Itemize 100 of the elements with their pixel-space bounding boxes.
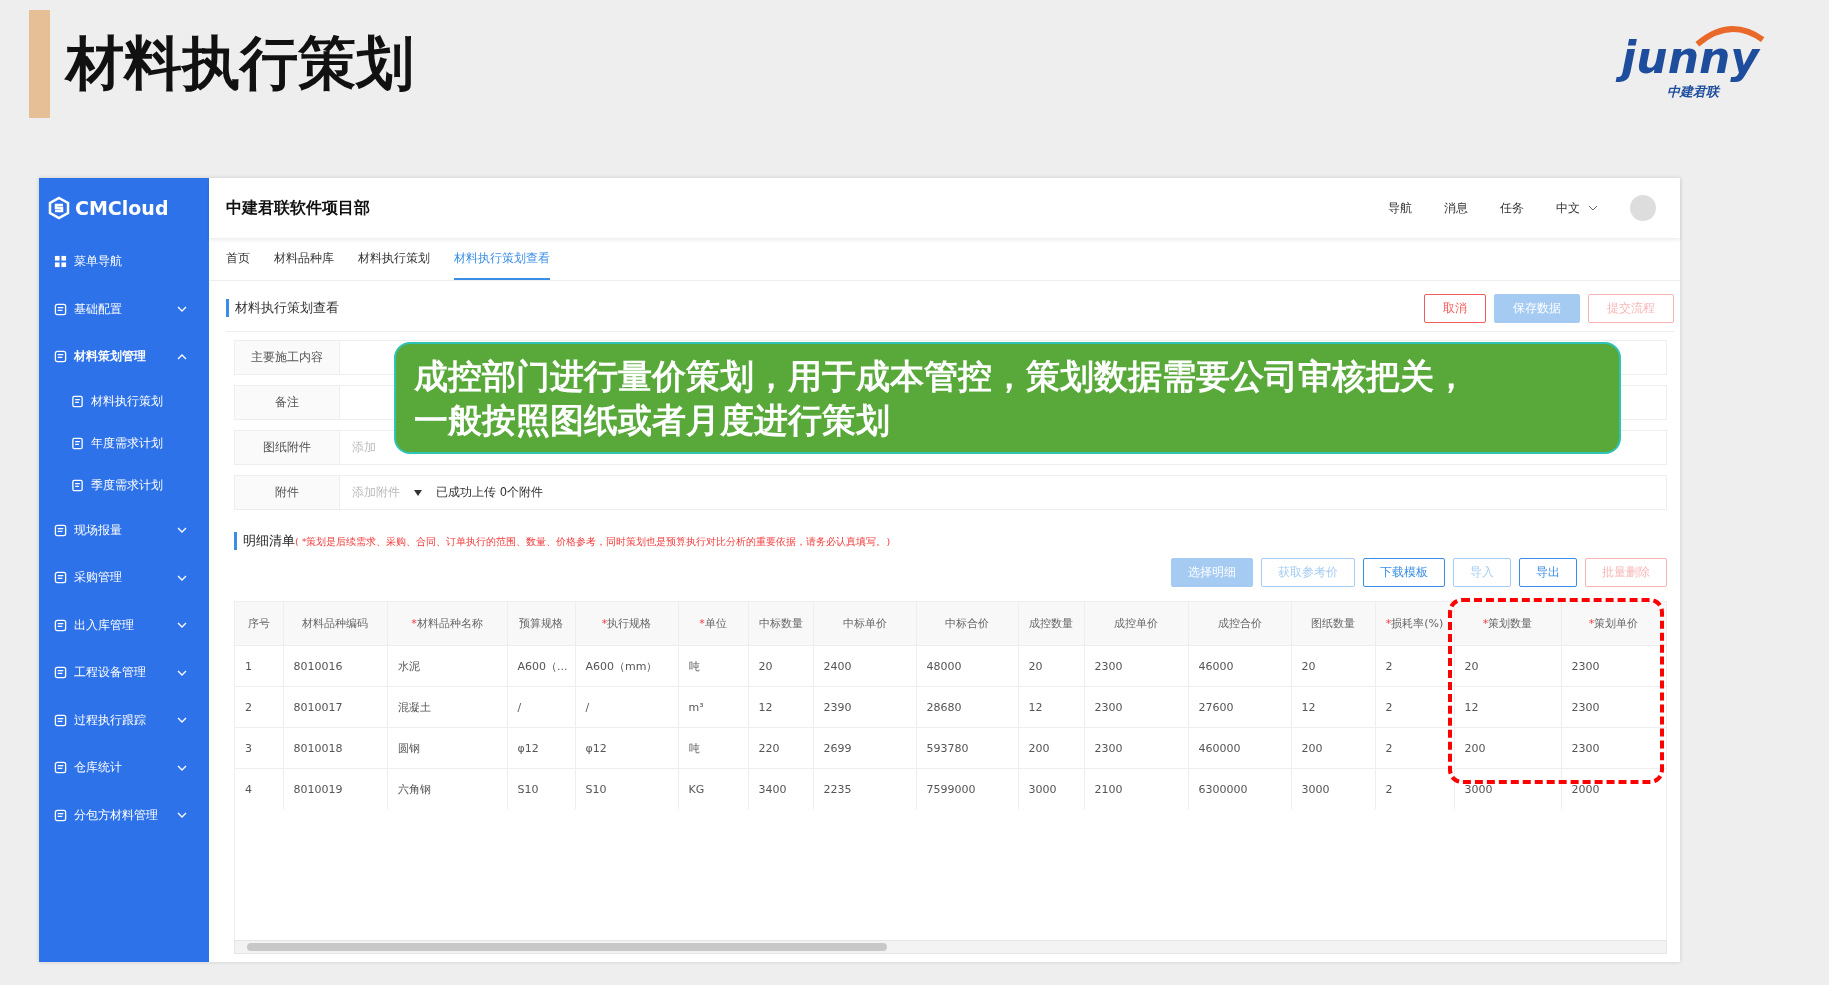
dropdown-icon[interactable]: [414, 489, 422, 496]
sidebar-item[interactable]: 过程执行跟踪: [39, 696, 209, 744]
document-icon: [71, 479, 84, 492]
tab[interactable]: 首页: [226, 238, 250, 280]
section-note: ( *策划是后续需求、采购、合同、订单执行的范围、数量、价格参考，同时策划也是预算执行对比分析的重要依据，请务必认真填写。): [295, 536, 891, 549]
column-header: *损耗率(%): [1375, 602, 1454, 646]
field-label: 主要施工内容: [235, 341, 340, 374]
tab[interactable]: 材料执行策划: [358, 238, 430, 280]
menu-icon: [54, 350, 67, 364]
avatar[interactable]: [1630, 195, 1656, 221]
table-cell: 8010018: [283, 727, 387, 769]
table-cell: 6300000: [1188, 768, 1291, 809]
table-cell: 2400: [813, 645, 916, 687]
column-header: 成控数量: [1018, 602, 1084, 646]
table-cell: φ12: [507, 727, 575, 769]
sidebar-item[interactable]: 分包方材料管理: [39, 791, 209, 839]
table-cell: 2: [1375, 686, 1454, 728]
table-cell: 2300: [1561, 686, 1666, 728]
table-cell: 12: [1018, 686, 1084, 728]
column-header: 图纸数量: [1291, 602, 1375, 646]
table-cell: 8010017: [283, 686, 387, 728]
field-label: 附件: [235, 476, 340, 509]
table-cell: 3000: [1018, 768, 1084, 809]
table-cell: KG: [678, 768, 748, 809]
column-header: *策划数量: [1454, 602, 1561, 646]
column-header: 成控合价: [1188, 602, 1291, 646]
menu-icon: [54, 666, 67, 680]
sidebar-item[interactable]: 现场报量: [39, 506, 209, 554]
table-cell: φ12: [575, 727, 678, 769]
table-cell: m³: [678, 686, 748, 728]
table-cell: 12: [1454, 686, 1561, 728]
column-header: 中标合价: [916, 602, 1018, 646]
sidebar-item[interactable]: 材料策划管理: [39, 333, 209, 381]
menu-icon: [54, 713, 67, 727]
menu-icon: [54, 761, 67, 775]
table-cell: 圆钢: [387, 727, 507, 769]
column-header: 序号: [235, 602, 283, 646]
menu-icon: [54, 302, 67, 316]
field-label: 备注: [235, 386, 340, 419]
section-title: 明细清单: [243, 532, 295, 550]
horizontal-scrollbar[interactable]: [234, 940, 1667, 954]
table-cell: 8010016: [283, 645, 387, 687]
caret-icon: [1588, 205, 1598, 211]
column-header: *单位: [678, 602, 748, 646]
document-icon: [71, 437, 84, 450]
slide-title: 材料执行策划: [66, 28, 414, 99]
table-cell: /: [507, 686, 575, 728]
table-cell: 593780: [916, 727, 1018, 769]
menu-icon: [54, 808, 67, 822]
table-cell: S10: [507, 768, 575, 809]
tab[interactable]: 材料执行策划查看: [454, 238, 550, 280]
nav-link[interactable]: 消息: [1444, 199, 1468, 217]
table-cell: 2300: [1561, 645, 1666, 687]
sidebar-item[interactable]: 基础配置: [39, 285, 209, 333]
callout-text: 成控部门进行量价策划，用于成本管控，策划数据需要公司审核把关，: [414, 355, 1468, 398]
column-header: *执行规格: [575, 602, 678, 646]
table-cell: 12: [748, 686, 813, 728]
table-cell: 4: [235, 768, 283, 809]
column-header: 预算规格: [507, 602, 575, 646]
table-cell: /: [575, 686, 678, 728]
sidebar-subitem[interactable]: 材料执行策划: [39, 380, 209, 423]
column-header: *材料品种名称: [387, 602, 507, 646]
page-title: 材料执行策划查看: [226, 299, 339, 317]
table-cell: 12: [1291, 686, 1375, 728]
table-cell: 3: [235, 727, 283, 769]
nav-link[interactable]: 导航: [1388, 199, 1412, 217]
sidebar-item[interactable]: 出入库管理: [39, 601, 209, 649]
column-header: 中标单价: [813, 602, 916, 646]
tab[interactable]: 材料品种库: [274, 238, 334, 280]
sidebar-subitem[interactable]: 季度需求计划: [39, 464, 209, 507]
table-cell: 2699: [813, 727, 916, 769]
column-header: 材料品种编码: [283, 602, 387, 646]
table-cell: 2000: [1561, 768, 1666, 809]
table-cell: 7599000: [916, 768, 1018, 809]
menu-icon: [54, 255, 67, 269]
nav-link[interactable]: 任务: [1500, 199, 1524, 217]
table-cell: 2: [1375, 727, 1454, 769]
table-cell: S10: [575, 768, 678, 809]
sidebar-item[interactable]: 工程设备管理: [39, 649, 209, 697]
table-cell: 2100: [1084, 768, 1188, 809]
sidebar-item[interactable]: 采购管理: [39, 554, 209, 602]
sidebar-item[interactable]: 菜单导航: [39, 238, 209, 286]
table-cell: 2: [235, 686, 283, 728]
sidebar-subitem[interactable]: 年度需求计划: [39, 422, 209, 465]
table-cell: 200: [1454, 727, 1561, 769]
table-cell: A600（...: [507, 645, 575, 687]
table-cell: 六角钢: [387, 768, 507, 809]
column-header: *策划单价: [1561, 602, 1666, 646]
table-cell: 3000: [1454, 768, 1561, 809]
toolbar-button[interactable]: 下载模板: [1363, 558, 1445, 587]
language-select[interactable]: 中文: [1556, 199, 1598, 217]
table-cell: 46000: [1188, 645, 1291, 687]
toolbar-button[interactable]: 导出: [1519, 558, 1577, 587]
sidebar-item[interactable]: 仓库统计: [39, 744, 209, 792]
table-cell: 3400: [748, 768, 813, 809]
table-cell: 27600: [1188, 686, 1291, 728]
table-cell: 28680: [916, 686, 1018, 728]
action-button[interactable]: 取消: [1424, 293, 1486, 323]
callout-text: 一般按照图纸或者月度进行策划: [414, 399, 890, 442]
table-cell: 吨: [678, 727, 748, 769]
